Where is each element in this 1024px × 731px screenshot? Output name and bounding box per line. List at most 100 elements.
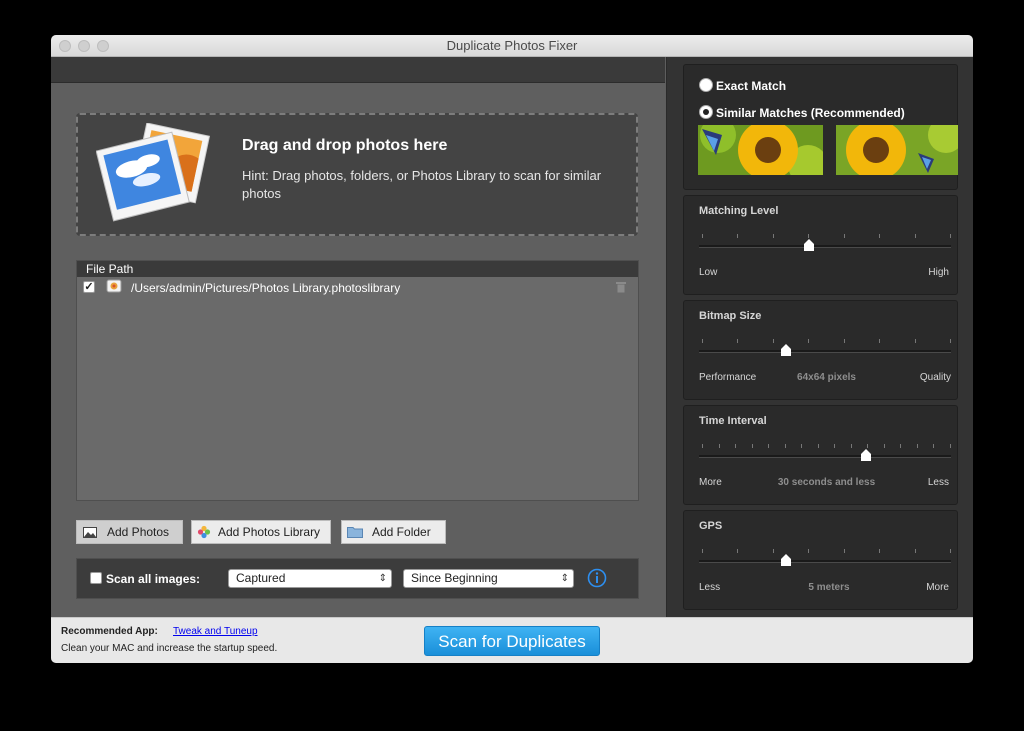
sunflower-sample-image-right bbox=[836, 125, 958, 175]
file-path-header: File Path bbox=[77, 261, 638, 277]
zoom-window-button[interactable] bbox=[97, 40, 109, 52]
title-bar: Duplicate Photos Fixer bbox=[51, 35, 973, 57]
since-select[interactable]: Since Beginning ⇕ bbox=[403, 569, 574, 588]
slider-tick bbox=[914, 339, 916, 343]
matching-level-high-label: High bbox=[928, 267, 949, 278]
drop-zone[interactable]: Drag and drop photos here Hint: Drag pho… bbox=[76, 113, 638, 236]
settings-pane: Exact Match Similar Matches (Recommended… bbox=[666, 57, 973, 617]
app-window: Duplicate Photos Fixer Drag and drop pho… bbox=[51, 35, 973, 663]
scan-all-checkbox[interactable] bbox=[90, 572, 102, 584]
file-path-list: File Path ✓ /Users/admin/Pictures/Photos… bbox=[76, 260, 639, 501]
time-interval-track[interactable] bbox=[699, 455, 951, 458]
since-select-value: Since Beginning bbox=[411, 571, 498, 585]
slider-tick bbox=[751, 444, 753, 448]
add-folder-button[interactable]: Add Folder bbox=[341, 520, 446, 544]
gps-high-label: More bbox=[926, 582, 949, 593]
toolbar-strip bbox=[51, 57, 665, 83]
left-pane: Drag and drop photos here Hint: Drag pho… bbox=[51, 57, 665, 617]
select-arrows-icon: ⇕ bbox=[378, 573, 387, 584]
captured-select[interactable]: Captured ⇕ bbox=[228, 569, 392, 588]
slider-tick bbox=[772, 234, 774, 238]
slider-tick bbox=[817, 444, 819, 448]
slider-tick bbox=[834, 444, 836, 448]
slider-tick bbox=[737, 549, 739, 553]
add-photos-library-label: Add Photos Library bbox=[218, 525, 321, 539]
gps-panel: GPS Less 5 meters More bbox=[683, 510, 958, 610]
slider-tick bbox=[879, 549, 881, 553]
slider-tick bbox=[950, 339, 951, 343]
tweak-and-tuneup-link[interactable]: Tweak and Tuneup bbox=[173, 626, 258, 637]
gps-value: 5 meters bbox=[808, 582, 850, 593]
slider-tick bbox=[883, 444, 885, 448]
drop-zone-title: Drag and drop photos here bbox=[242, 137, 448, 154]
footer-bar: Recommended App: Tweak and Tuneup Clean … bbox=[51, 617, 973, 663]
image-icon bbox=[83, 527, 97, 538]
slider-tick bbox=[900, 444, 902, 448]
trash-icon[interactable] bbox=[616, 281, 626, 293]
file-row[interactable]: ✓ /Users/admin/Pictures/Photos Library.p… bbox=[77, 278, 638, 298]
time-interval-high-label: Less bbox=[927, 477, 949, 488]
slider-tick bbox=[702, 234, 703, 238]
slider-tick bbox=[801, 444, 803, 448]
bitmap-size-value: 64x64 pixels bbox=[797, 372, 856, 383]
add-photos-button[interactable]: Add Photos bbox=[76, 520, 183, 544]
slider-tick bbox=[735, 444, 737, 448]
time-interval-thumb[interactable] bbox=[860, 448, 871, 461]
add-folder-label: Add Folder bbox=[372, 525, 431, 539]
slider-tick bbox=[950, 444, 951, 448]
exact-match-radio[interactable] bbox=[699, 78, 713, 92]
scan-for-duplicates-button[interactable]: Scan for Duplicates bbox=[424, 626, 600, 656]
bitmap-size-thumb[interactable] bbox=[781, 343, 792, 356]
captured-select-value: Captured bbox=[236, 571, 286, 585]
scan-all-label: Scan all images: bbox=[106, 572, 201, 586]
slider-tick bbox=[879, 234, 881, 238]
slider-tick bbox=[843, 339, 845, 343]
slider-tick bbox=[950, 234, 951, 238]
slider-tick bbox=[808, 339, 810, 343]
slider-tick bbox=[933, 444, 935, 448]
slider-tick bbox=[702, 444, 703, 448]
match-mode-panel: Exact Match Similar Matches (Recommended… bbox=[683, 64, 958, 190]
slider-tick bbox=[950, 549, 951, 553]
info-icon[interactable] bbox=[587, 568, 607, 588]
add-photos-library-button[interactable]: Add Photos Library bbox=[191, 520, 331, 544]
similar-matches-radio[interactable] bbox=[699, 105, 713, 119]
gps-track[interactable] bbox=[699, 560, 951, 563]
matching-level-low-label: Low bbox=[699, 267, 718, 278]
slider-tick bbox=[768, 444, 770, 448]
file-row-checkbox[interactable]: ✓ bbox=[83, 281, 95, 293]
recommended-app-description: Clean your MAC and increase the startup … bbox=[61, 643, 278, 654]
matching-level-thumb[interactable] bbox=[803, 238, 814, 251]
slider-tick bbox=[808, 234, 810, 238]
slider-tick bbox=[737, 234, 739, 238]
slider-tick bbox=[702, 549, 703, 553]
gps-thumb[interactable] bbox=[781, 553, 792, 566]
time-interval-low-label: More bbox=[699, 477, 722, 488]
slider-tick bbox=[867, 444, 869, 448]
time-interval-value: 30 seconds and less bbox=[777, 477, 876, 488]
slider-tick bbox=[772, 549, 774, 553]
slider-tick bbox=[808, 549, 810, 553]
time-interval-title: Time Interval bbox=[699, 415, 767, 427]
slider-tick bbox=[916, 444, 918, 448]
drop-zone-hint: Hint: Drag photos, folders, or Photos Li… bbox=[242, 168, 602, 201]
bitmap-size-title: Bitmap Size bbox=[699, 310, 762, 322]
slider-tick bbox=[784, 444, 786, 448]
exact-match-label: Exact Match bbox=[716, 79, 787, 93]
close-window-button[interactable] bbox=[59, 40, 71, 52]
matching-level-title: Matching Level bbox=[699, 205, 779, 217]
slider-tick bbox=[737, 339, 739, 343]
photos-icon bbox=[96, 123, 210, 222]
bitmap-size-panel: Bitmap Size Performance 64x64 pixels Qua… bbox=[683, 300, 958, 400]
matching-level-track[interactable] bbox=[699, 245, 951, 248]
minimize-window-button[interactable] bbox=[78, 40, 90, 52]
photos-library-icon bbox=[106, 279, 122, 293]
select-arrows-icon: ⇕ bbox=[560, 573, 569, 584]
matching-level-panel: Matching Level Low High bbox=[683, 195, 958, 295]
sunflower-sample-image-left bbox=[698, 125, 823, 175]
file-path: /Users/admin/Pictures/Photos Library.pho… bbox=[131, 281, 401, 295]
recommended-app-label: Recommended App: bbox=[61, 626, 158, 637]
bitmap-size-low-label: Performance bbox=[699, 372, 757, 383]
bitmap-size-track[interactable] bbox=[699, 350, 951, 353]
window-title: Duplicate Photos Fixer bbox=[446, 38, 578, 53]
